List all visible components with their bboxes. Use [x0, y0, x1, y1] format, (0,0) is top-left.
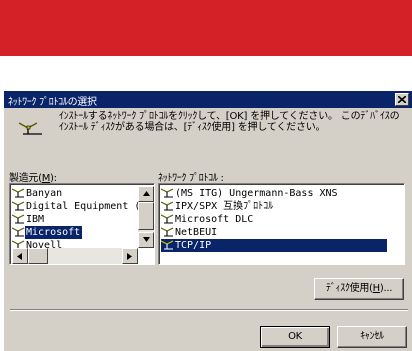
have-disk-button[interactable]: ﾃﾞｨｽｸ使用(H)... [314, 278, 404, 300]
network-protocol-icon [160, 188, 174, 198]
manufacturers-label: 製造元(M): [9, 173, 57, 184]
list-item-selected[interactable]: TCP/IP [160, 239, 387, 252]
list-item[interactable]: Digital Equipment ( [11, 200, 142, 213]
scroll-arrow-icon [143, 191, 150, 196]
network-protocol-icon [11, 188, 25, 198]
scroll-down-button[interactable] [138, 232, 154, 248]
dialog-titlebar: ﾈｯﾄﾜｰｸ ﾌﾟﾛﾄｺﾙの選択 [4, 91, 412, 108]
instruction-text: ｲﾝｽﾄｰﾙするﾈｯﾄﾜｰｸ ﾌﾟﾛﾄｺﾙをｸﾘｯｸして、[OK] を押してくだ… [59, 111, 400, 133]
close-button[interactable] [395, 93, 409, 106]
scroll-left-button[interactable] [12, 248, 28, 264]
manufacturers-horizontal-scrollbar[interactable] [12, 248, 138, 264]
manufacturers-vertical-scrollbar[interactable] [138, 186, 154, 248]
ok-button[interactable]: OK [260, 326, 330, 348]
red-banner [0, 0, 412, 56]
network-protocol-icon [11, 214, 25, 224]
network-protocol-icon [160, 240, 174, 250]
scroll-arrow-icon [127, 253, 132, 260]
scroll-up-button[interactable] [138, 186, 154, 202]
network-protocol-icon [160, 201, 174, 211]
network-protocol-icon [11, 227, 25, 237]
divider [10, 309, 408, 311]
list-item[interactable]: Microsoft DLC [160, 213, 255, 226]
list-item[interactable]: NetBEUI [160, 226, 219, 239]
network-protocols-label: ﾈｯﾄﾜｰｸ ﾌﾟﾛﾄｺﾙ : [158, 173, 224, 184]
list-item[interactable]: Banyan [11, 187, 64, 200]
list-item[interactable]: IBM [11, 213, 46, 226]
scroll-right-button[interactable] [122, 248, 138, 264]
scroll-arrow-icon [143, 237, 150, 242]
select-network-protocol-dialog: ﾈｯﾄﾜｰｸ ﾌﾟﾛﾄｺﾙの選択 ｲﾝｽﾄｰﾙするﾈｯﾄﾜｰｸ ﾌﾟﾛﾄｺﾙをｸ… [3, 91, 412, 351]
dialog-title: ﾈｯﾄﾜｰｸ ﾌﾟﾛﾄｺﾙの選択 [8, 97, 97, 108]
scroll-thumb[interactable] [28, 248, 48, 264]
cancel-button[interactable]: ｷｬﾝｾﾙ [337, 326, 407, 348]
list-item-selected[interactable]: Microsoft [11, 226, 83, 239]
list-item[interactable]: (MS ITG) Ungermann-Bass XNS [160, 187, 340, 200]
network-protocols-listbox[interactable]: (MS ITG) Ungermann-Bass XNS IPX/SPX 互換ﾌﾟ… [158, 183, 405, 265]
network-protocol-icon [160, 227, 174, 237]
network-protocol-icon [160, 214, 174, 224]
close-icon [398, 96, 406, 103]
scroll-thumb[interactable] [138, 202, 154, 230]
list-item[interactable]: IPX/SPX 互換ﾌﾟﾛﾄｺﾙ [160, 200, 275, 213]
manufacturers-listbox[interactable]: Banyan Digital Equipment ( IBM Microsoft… [9, 183, 155, 265]
network-protocol-icon [11, 201, 25, 211]
scroll-arrow-icon [17, 253, 22, 260]
network-protocol-icon [18, 122, 42, 135]
